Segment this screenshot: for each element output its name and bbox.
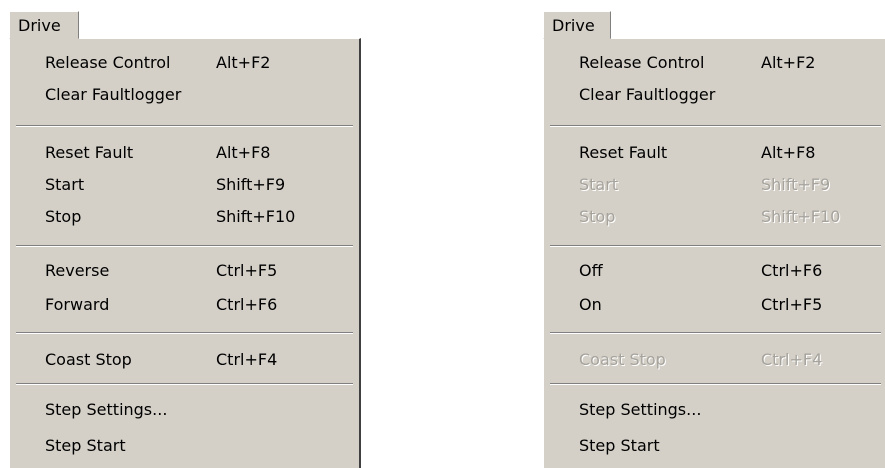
menu-item-shortcut: Shift+F9 [216,175,286,194]
menu-item-shortcut: Shift+F10 [216,207,296,226]
menu-item-label: Release Control [45,53,171,72]
menu-item-coast-stop[interactable]: Coast Stop Ctrl+F4 [10,344,359,376]
menu-item-label: Step Start [45,436,126,455]
menu-item-label: Stop [45,207,82,226]
menu-item-label: Off [579,261,603,280]
menu-item-clear-faultlogger[interactable]: Clear Faultlogger [10,79,359,111]
menu-item-shortcut: Alt+F2 [216,53,271,72]
menu-item-label: Step Settings... [579,400,702,419]
drive-menu-dropdown: Release Control Alt+F2 Clear Faultlogger… [9,38,361,468]
menu-item-shortcut: Alt+F8 [216,143,271,162]
menu-item-reset-fault[interactable]: Reset Fault Alt+F8 [544,137,885,169]
menu-item-step-start[interactable]: Step Start [544,430,885,462]
menu-item-reverse[interactable]: Reverse Ctrl+F5 [10,255,359,287]
menu-item-shortcut: Ctrl+F6 [761,261,823,280]
menu-item-label: Clear Faultlogger [45,85,182,104]
menu-item-shortcut: Ctrl+F5 [761,295,823,314]
menu-item-label: Forward [45,295,110,314]
drive-menu-title[interactable]: Drive [543,11,611,39]
menu-separator [550,383,881,385]
menu-separator [550,245,881,247]
menu-item-shortcut: Ctrl+F4 [761,350,823,369]
menu-item-step-settings[interactable]: Step Settings... [544,394,885,426]
menu-item-start: Start Shift+F9 [544,169,885,201]
menu-item-step-start[interactable]: Step Start [10,430,359,462]
menu-separator [16,125,353,127]
menu-item-label: Clear Faultlogger [579,85,716,104]
menu-item-label: Coast Stop [579,350,666,369]
menu-item-stop: Stop Shift+F10 [544,201,885,233]
menu-item-stop[interactable]: Stop Shift+F10 [10,201,359,233]
menu-separator [16,332,353,334]
menu-item-coast-stop: Coast Stop Ctrl+F4 [544,344,885,376]
menu-item-forward[interactable]: Forward Ctrl+F6 [10,289,359,321]
menu-separator [16,383,353,385]
menu-item-reset-fault[interactable]: Reset Fault Alt+F8 [10,137,359,169]
menu-item-label: Release Control [579,53,705,72]
menu-item-shortcut: Shift+F9 [761,175,831,194]
menu-separator [550,332,881,334]
menu-item-label: Reverse [45,261,110,280]
menu-item-shortcut: Alt+F2 [761,53,816,72]
menu-item-start[interactable]: Start Shift+F9 [10,169,359,201]
menu-item-release-control[interactable]: Release Control Alt+F2 [10,47,359,79]
menu-item-shortcut: Shift+F10 [761,207,841,226]
menu-item-step-settings[interactable]: Step Settings... [10,394,359,426]
menu-item-label: Stop [579,207,616,226]
drive-menu-title[interactable]: Drive [9,11,79,39]
menu-item-on[interactable]: On Ctrl+F5 [544,289,885,321]
menu-separator [16,245,353,247]
menu-item-label: Start [579,175,619,194]
menu-item-label: On [579,295,602,314]
menu-item-shortcut: Alt+F8 [761,143,816,162]
menu-item-label: Reset Fault [579,143,668,162]
menu-item-label: Coast Stop [45,350,132,369]
menu-item-shortcut: Ctrl+F4 [216,350,278,369]
menu-item-off[interactable]: Off Ctrl+F6 [544,255,885,287]
drive-menu-dropdown: Release Control Alt+F2 Clear Faultlogger… [543,38,885,468]
menu-item-label: Step Start [579,436,660,455]
menu-item-label: Start [45,175,85,194]
menu-item-label: Reset Fault [45,143,134,162]
menu-item-label: Step Settings... [45,400,168,419]
menu-item-shortcut: Ctrl+F5 [216,261,278,280]
menu-separator [550,125,881,127]
menu-item-release-control[interactable]: Release Control Alt+F2 [544,47,885,79]
menu-item-clear-faultlogger[interactable]: Clear Faultlogger [544,79,885,111]
menu-item-shortcut: Ctrl+F6 [216,295,278,314]
